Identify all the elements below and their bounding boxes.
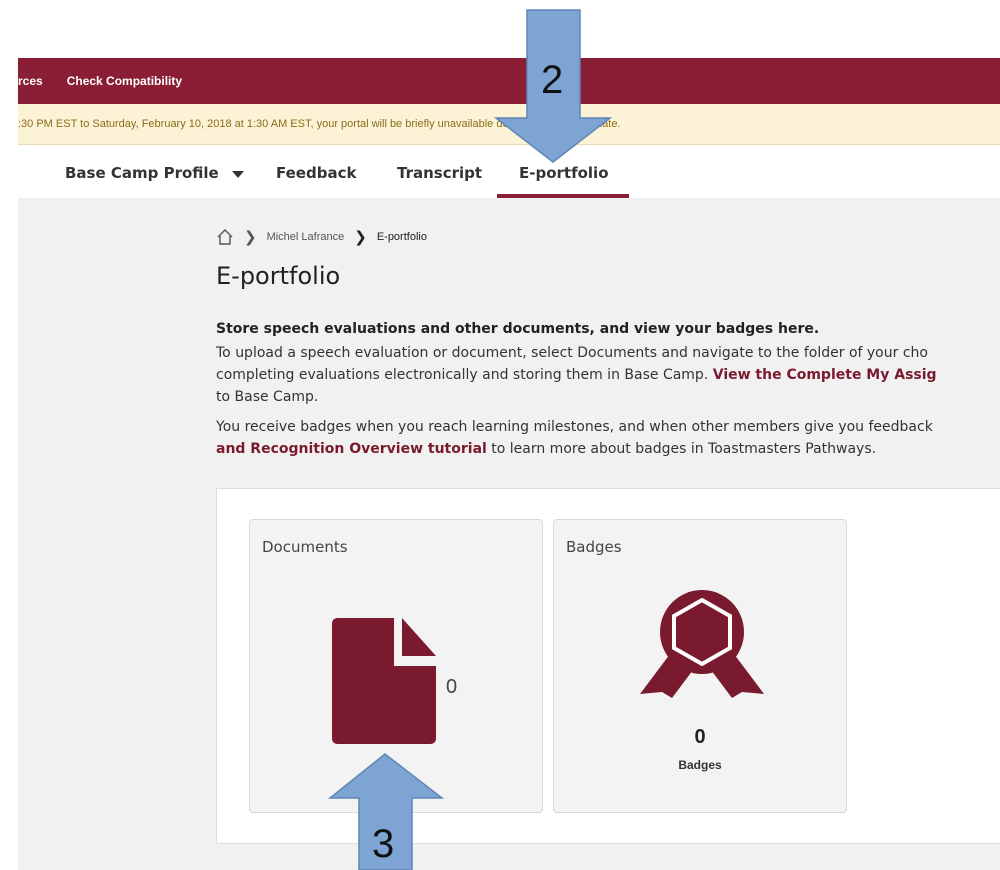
complete-my-assignments-link[interactable]: View the Complete My Assig bbox=[713, 367, 937, 383]
main-content: ❯ Michel Lafrance ❯ E-portfolio E-portfo… bbox=[18, 198, 1000, 870]
intro-paragraph-2: You receive badges when you reach learni… bbox=[216, 416, 1000, 460]
intro-p2-line1: You receive badges when you reach learni… bbox=[216, 419, 933, 435]
chevron-right-icon: ❯ bbox=[244, 229, 257, 246]
profile-tabs: Base Camp Profile Feedback Transcript E-… bbox=[18, 146, 1000, 198]
breadcrumb: ❯ Michel Lafrance ❯ E-portfolio bbox=[216, 228, 427, 246]
portfolio-panel: Documents 0 Badges 0 Badges bbox=[216, 488, 1000, 844]
intro-p1-line3: to Base Camp. bbox=[216, 389, 319, 405]
badges-card-title: Badges bbox=[566, 538, 622, 556]
annotation-label-2: 2 bbox=[541, 58, 564, 102]
badges-card[interactable]: Badges 0 Badges bbox=[553, 519, 847, 813]
breadcrumb-item-member[interactable]: Michel Lafrance bbox=[267, 231, 345, 243]
tab-e-portfolio[interactable]: E-portfolio bbox=[519, 164, 609, 182]
annotation-label-3: 3 bbox=[372, 822, 395, 866]
award-ribbon-icon bbox=[640, 588, 764, 703]
tab-base-camp-profile[interactable]: Base Camp Profile bbox=[65, 164, 244, 183]
intro-p1-line2: completing evaluations electronically an… bbox=[216, 367, 713, 383]
documents-card[interactable]: Documents 0 bbox=[249, 519, 543, 813]
nav-item-check-compatibility[interactable]: Check Compatibility bbox=[67, 74, 182, 88]
tab-feedback[interactable]: Feedback bbox=[276, 164, 356, 182]
intro-lead: Store speech evaluations and other docum… bbox=[216, 321, 820, 337]
badges-count-label: Badges bbox=[678, 758, 722, 772]
intro-text: Store speech evaluations and other docum… bbox=[216, 318, 1000, 468]
caret-down-icon bbox=[231, 165, 244, 183]
page-title: E-portfolio bbox=[216, 262, 341, 290]
breadcrumb-item-current: E-portfolio bbox=[376, 231, 427, 243]
tab-transcript[interactable]: Transcript bbox=[397, 164, 482, 182]
intro-p1-line1: To upload a speech evaluation or documen… bbox=[216, 345, 928, 361]
home-icon[interactable] bbox=[216, 228, 234, 246]
documents-card-title: Documents bbox=[262, 538, 348, 556]
recognition-overview-tutorial-link[interactable]: and Recognition Overview tutorial bbox=[216, 441, 487, 457]
top-navigation-bar: rces Check Compatibility bbox=[18, 58, 1000, 104]
maintenance-banner: :30 PM EST to Saturday, February 10, 201… bbox=[18, 104, 1000, 145]
badges-count: 0 bbox=[694, 726, 706, 748]
documents-count: 0 bbox=[446, 676, 458, 698]
tab-label: Base Camp Profile bbox=[65, 164, 219, 182]
intro-p2-rest: to learn more about badges in Toastmaste… bbox=[486, 441, 877, 457]
banner-text: :30 PM EST to Saturday, February 10, 201… bbox=[18, 118, 621, 130]
chevron-right-icon: ❯ bbox=[354, 229, 367, 246]
nav-item-resources[interactable]: rces bbox=[18, 74, 43, 88]
intro-paragraph-1: To upload a speech evaluation or documen… bbox=[216, 342, 1000, 408]
document-icon bbox=[332, 618, 436, 749]
